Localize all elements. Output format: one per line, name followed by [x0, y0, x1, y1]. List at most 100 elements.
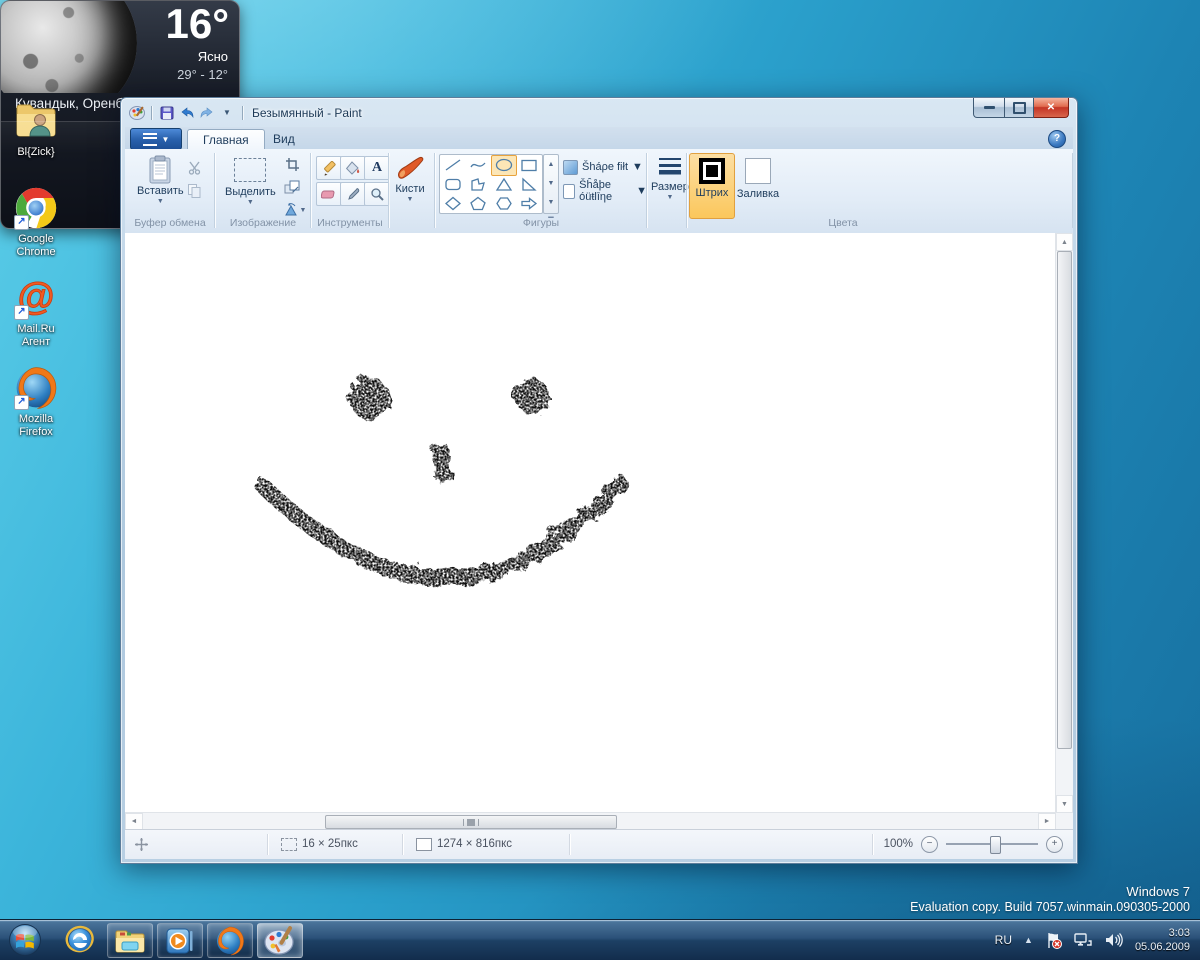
caption-buttons: ✕ [973, 98, 1069, 118]
taskbar-item-wmp[interactable] [157, 923, 203, 958]
evaluation-watermark: Windows 7 Evaluation copy. Build 7057.wi… [910, 884, 1190, 914]
desktop-icon-firefox[interactable]: ↗ Mozilla Firefox [0, 365, 72, 439]
tab-view[interactable]: Вид [258, 129, 310, 149]
shape-hexagon[interactable] [491, 194, 517, 213]
shape-right-triangle[interactable] [517, 176, 543, 195]
shape-pentagon[interactable] [466, 194, 492, 213]
shape-line[interactable] [440, 155, 466, 176]
firefox-icon [217, 926, 244, 955]
shape-rectangle[interactable] [517, 155, 543, 176]
group-shapes: ▲ ▼ ▼ ▔ Šháρe fiłt ▼ Šĥåþe óüŧlīηe ▼ Фиг… [435, 149, 647, 232]
size-icon [658, 158, 681, 175]
bucket-icon [345, 160, 360, 175]
horizontal-scrollbar[interactable]: ◄ ► [125, 812, 1056, 830]
clock[interactable]: 3:03 05.06.2009 [1135, 926, 1190, 955]
zoom-out-button[interactable]: − [921, 835, 938, 853]
brushes-button[interactable]: Кисти ▼ [391, 153, 429, 205]
vertical-scrollbar[interactable]: ▲ ▼ [1055, 233, 1073, 813]
help-icon[interactable]: ? [1048, 130, 1066, 148]
desktop-icon-mailru[interactable]: @ ↗ Mail.Ru Агент [0, 275, 72, 349]
text-tool[interactable]: A [364, 156, 390, 180]
action-center-icon[interactable] [1045, 932, 1062, 949]
redo-icon[interactable] [197, 104, 217, 122]
shape-oval[interactable] [491, 155, 517, 176]
shape-polygon[interactable] [466, 176, 492, 195]
resize-button[interactable] [279, 175, 305, 199]
shape-arrow-right[interactable] [517, 194, 543, 213]
select-icon [234, 158, 267, 182]
shortcut-arrow-icon: ↗ [14, 305, 29, 320]
eyedropper-icon [348, 188, 360, 200]
color2-swatch [745, 158, 771, 184]
selection-size-icon [281, 837, 297, 851]
maximize-button[interactable] [1005, 98, 1034, 118]
qat-dropdown-icon[interactable]: ▼ [217, 104, 237, 122]
title-bar[interactable]: ▼ Безымянный - Paint ✕ [121, 98, 1077, 127]
volume-icon[interactable] [1105, 932, 1123, 948]
application-menu-button[interactable]: ▼ [130, 128, 182, 150]
magnifier-tool[interactable] [364, 182, 390, 206]
color1-button[interactable]: Штрих [689, 153, 735, 219]
ribbon-tab-row: ▼ Главная Вид ? [125, 127, 1073, 150]
undo-icon[interactable] [177, 104, 197, 122]
scroll-right-icon[interactable]: ► [1038, 813, 1056, 830]
taskbar-item-paint[interactable] [257, 923, 303, 958]
close-button[interactable]: ✕ [1034, 98, 1069, 118]
eraser-tool[interactable] [316, 182, 342, 206]
shape-rounded-rectangle[interactable] [440, 176, 466, 195]
text-icon: A [371, 160, 383, 175]
copy-button[interactable] [181, 179, 207, 203]
minimize-button[interactable] [973, 98, 1005, 118]
size-button[interactable]: Размер ▼ [647, 153, 693, 203]
media-player-icon [166, 928, 193, 953]
shape-fill-button[interactable]: Šháρe fiłt ▼ [563, 157, 643, 177]
vertical-scroll-thumb[interactable] [1057, 251, 1072, 749]
scroll-down-icon[interactable]: ▼ [1056, 795, 1073, 813]
zoom-in-button[interactable]: + [1046, 835, 1063, 853]
taskbar-item-explorer[interactable] [107, 923, 153, 958]
gallery-down-icon[interactable]: ▼ [544, 174, 558, 193]
weather-condition: Ясно [197, 49, 228, 64]
shape-outline-button[interactable]: Šĥåþe óüŧlīηe ▼ [563, 179, 647, 203]
shape-curve[interactable] [466, 155, 492, 176]
tab-home[interactable]: Главная [187, 129, 265, 150]
crop-button[interactable] [279, 152, 305, 176]
rotate-icon [284, 203, 297, 216]
menu-caret-icon: ▼ [161, 134, 170, 144]
tray-expand-icon[interactable]: ▲ [1024, 935, 1033, 945]
desktop[interactable]: КомпьютерBl{Zick}↗Google Chrome@↗Mail.Ru… [0, 0, 1200, 960]
zoom-slider[interactable] [946, 836, 1038, 854]
network-icon[interactable] [1074, 932, 1093, 948]
paint-canvas[interactable] [125, 233, 1056, 813]
title-separator [242, 105, 243, 120]
paint-window: ▼ Безымянный - Paint ✕ ▼ Главная Вид ? В… [120, 97, 1078, 864]
shape-triangle[interactable] [491, 176, 517, 195]
save-icon[interactable] [157, 104, 177, 122]
shape-gallery-scroll: ▲ ▼ ▼ ▔ [543, 154, 559, 225]
horizontal-scroll-thumb[interactable] [325, 815, 617, 829]
pencil-tool[interactable] [316, 156, 342, 180]
color-picker-tool[interactable] [340, 182, 366, 206]
taskbar-item-firefox[interactable] [207, 923, 253, 958]
tray-time: 3:03 [1168, 926, 1190, 939]
group-clipboard: Вставить ▼ Буфер обмена [125, 149, 215, 232]
cut-button[interactable] [181, 155, 207, 179]
zoom-control: 100% − + [884, 830, 1063, 858]
scroll-left-icon[interactable]: ◄ [125, 813, 143, 830]
image-size-icon [416, 837, 432, 851]
eraser-icon [321, 190, 335, 198]
current-temp: 16° [165, 1, 229, 47]
select-button[interactable]: Выделить ▼ [221, 153, 280, 208]
scroll-up-icon[interactable]: ▲ [1056, 233, 1073, 251]
group-size: Размер ▼ [647, 149, 689, 232]
start-button[interactable] [5, 923, 45, 956]
paint-app-icon[interactable] [129, 105, 146, 120]
zoom-slider-thumb[interactable] [990, 836, 1001, 854]
taskbar-item-ie[interactable] [58, 923, 102, 956]
gallery-up-icon[interactable]: ▲ [544, 155, 558, 174]
language-indicator[interactable]: RU [995, 933, 1012, 947]
fill-tool[interactable] [340, 156, 366, 180]
shape-diamond[interactable] [440, 194, 466, 213]
color2-button[interactable]: Заливка [735, 153, 781, 219]
paste-button[interactable]: Вставить ▼ [133, 153, 188, 207]
